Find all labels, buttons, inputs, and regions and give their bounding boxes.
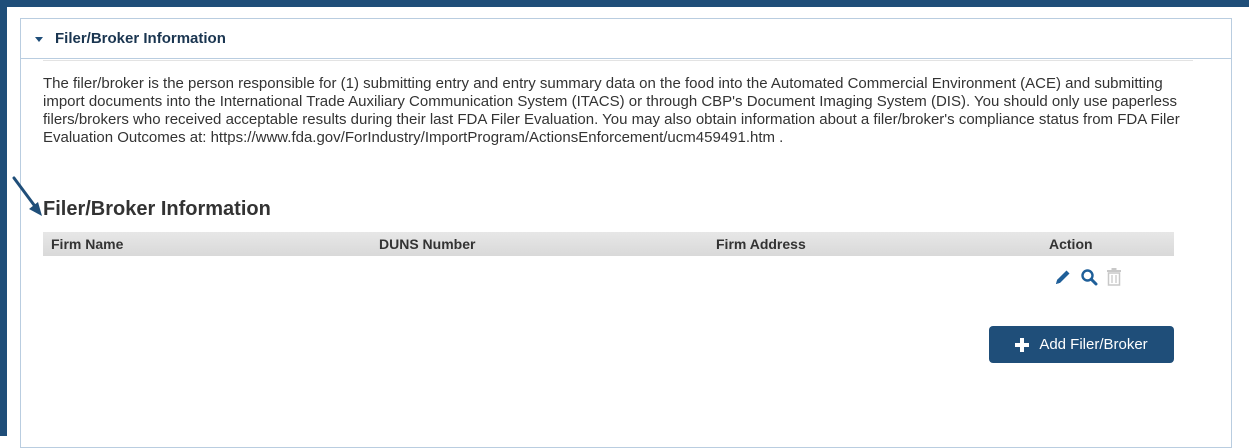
magnifier-icon[interactable] [1080, 268, 1098, 286]
row-actions [1054, 268, 1122, 286]
description-text: The filer/broker is the person responsib… [43, 75, 1180, 146]
table-header: Firm Name DUNS Number Firm Address Actio… [43, 232, 1174, 256]
plus-icon [1015, 337, 1030, 352]
panel-header-toggle[interactable]: Filer/Broker Information [21, 19, 1231, 59]
window-frame-top [0, 0, 1249, 7]
pencil-icon[interactable] [1054, 268, 1072, 286]
add-filer-broker-label: Add Filer/Broker [1039, 336, 1148, 353]
column-header-firm-name: Firm Name [51, 236, 124, 252]
window-frame-left [0, 0, 7, 436]
add-filer-broker-button[interactable]: Add Filer/Broker [989, 326, 1174, 363]
section-heading: Filer/Broker Information [43, 198, 271, 220]
panel-title: Filer/Broker Information [55, 30, 226, 47]
pointer-arrow-icon [12, 176, 42, 216]
divider [43, 60, 1193, 61]
column-header-duns-number: DUNS Number [379, 236, 476, 252]
caret-down-icon [35, 36, 43, 42]
column-header-firm-address: Firm Address [716, 236, 806, 252]
column-header-action: Action [1049, 236, 1093, 252]
trash-icon[interactable] [1106, 268, 1122, 286]
